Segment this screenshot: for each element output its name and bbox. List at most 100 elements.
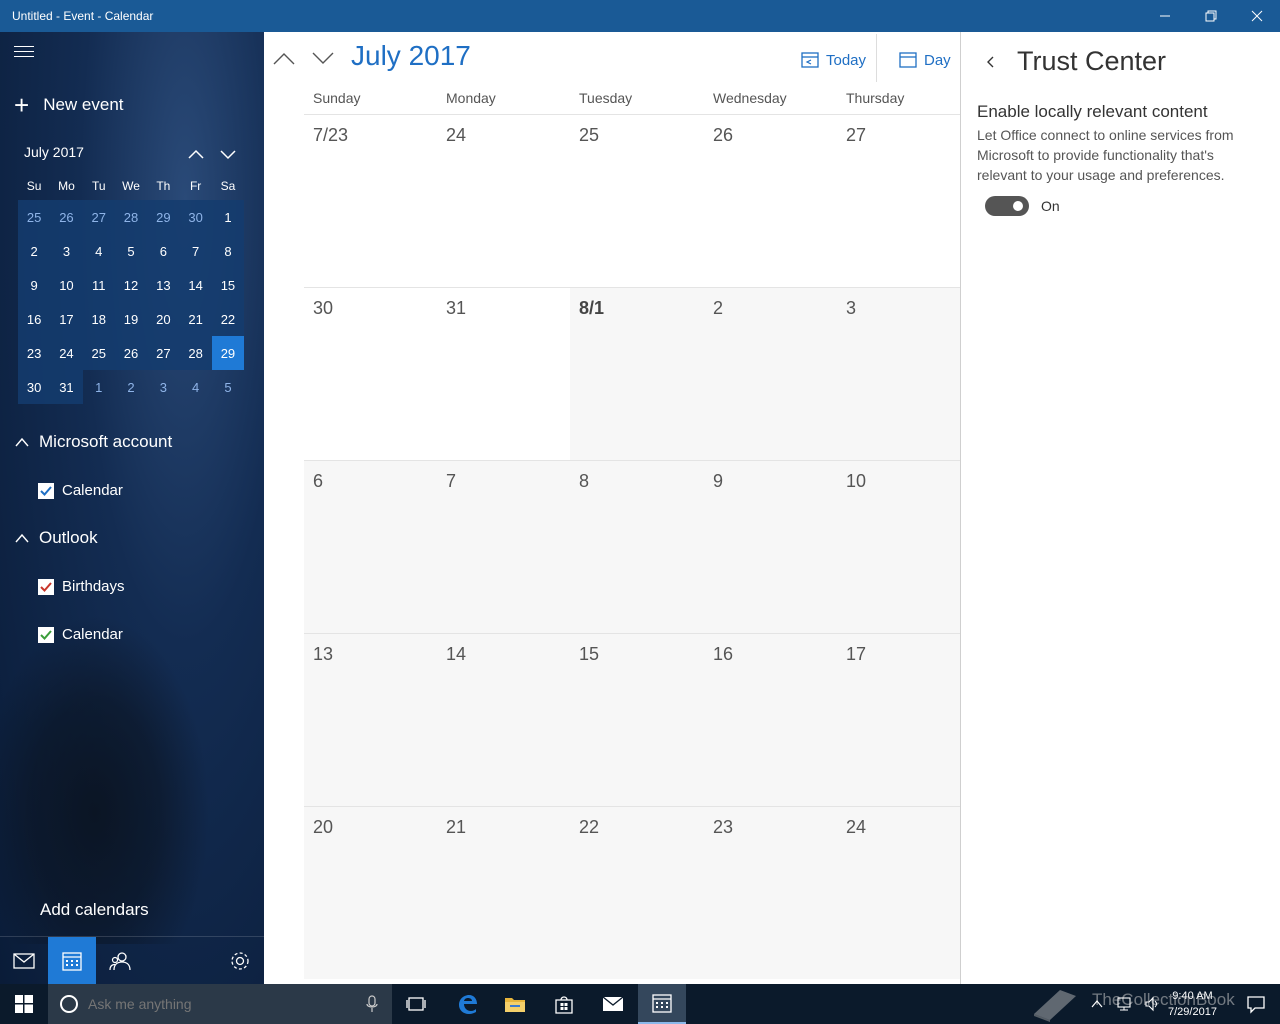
- day-cell[interactable]: 31: [437, 288, 570, 460]
- settings-button[interactable]: [216, 937, 264, 984]
- mini-day[interactable]: 12: [114, 268, 148, 302]
- start-button[interactable]: [0, 984, 48, 1024]
- checkbox[interactable]: [38, 578, 54, 595]
- calendar-taskbar-button[interactable]: [638, 984, 686, 1024]
- mini-day[interactable]: 18: [82, 302, 115, 336]
- mini-day[interactable]: 26: [50, 200, 83, 234]
- day-cell[interactable]: 27: [837, 115, 960, 287]
- mini-day[interactable]: 14: [179, 268, 212, 302]
- mini-day[interactable]: 11: [82, 268, 115, 302]
- mini-day[interactable]: 2: [115, 370, 147, 404]
- day-cell[interactable]: 7: [437, 461, 570, 633]
- mini-day[interactable]: 4: [179, 370, 211, 404]
- checkbox[interactable]: [38, 626, 54, 643]
- mail-button[interactable]: [0, 937, 48, 984]
- task-view-button[interactable]: [392, 984, 440, 1024]
- mini-day[interactable]: 3: [50, 234, 83, 268]
- mini-day[interactable]: 30: [18, 370, 51, 404]
- mini-day[interactable]: 21: [179, 302, 212, 336]
- mini-day[interactable]: 15: [211, 268, 245, 302]
- store-taskbar-button[interactable]: [540, 984, 588, 1024]
- mini-day[interactable]: 2: [18, 234, 51, 268]
- mini-day[interactable]: 3: [147, 370, 179, 404]
- account-outlook-header[interactable]: Outlook: [14, 528, 98, 548]
- locally-relevant-content-toggle[interactable]: [985, 196, 1029, 216]
- day-cell[interactable]: 16: [704, 634, 837, 806]
- day-cell[interactable]: 15: [570, 634, 704, 806]
- mini-day[interactable]: 26: [114, 336, 148, 370]
- chevron-up-icon[interactable]: [186, 144, 206, 164]
- calendar-app-button[interactable]: [48, 937, 96, 984]
- mini-day[interactable]: 19: [114, 302, 148, 336]
- back-arrow-icon[interactable]: [983, 54, 999, 70]
- day-cell[interactable]: 25: [570, 115, 704, 287]
- day-cell[interactable]: 17: [837, 634, 960, 806]
- day-cell[interactable]: 24: [837, 807, 960, 979]
- mini-day[interactable]: 1: [211, 200, 245, 234]
- mini-day[interactable]: 30: [179, 200, 212, 234]
- mini-day[interactable]: 23: [18, 336, 51, 370]
- day-cell[interactable]: 21: [437, 807, 570, 979]
- minimize-button[interactable]: [1142, 0, 1188, 32]
- mini-day[interactable]: 8: [211, 234, 245, 268]
- day-cell[interactable]: 13: [304, 634, 437, 806]
- mini-day[interactable]: 27: [82, 200, 115, 234]
- chevron-down-icon[interactable]: [218, 144, 238, 164]
- next-month-button[interactable]: [311, 48, 335, 68]
- day-cell[interactable]: 8/1: [570, 288, 704, 460]
- mail-taskbar-button[interactable]: [589, 984, 637, 1024]
- microphone-icon[interactable]: [366, 995, 378, 1013]
- mini-day[interactable]: 10: [50, 268, 83, 302]
- network-icon[interactable]: [1116, 996, 1134, 1012]
- mini-day[interactable]: 25: [18, 200, 51, 234]
- day-cell[interactable]: 10: [837, 461, 960, 633]
- calendar-toggle-microsoft-calendar[interactable]: Calendar: [38, 482, 123, 499]
- calendar-toggle-outlook-calendar[interactable]: Calendar: [38, 626, 123, 643]
- mini-calendar-month[interactable]: July 2017: [24, 144, 84, 160]
- mini-day[interactable]: 28: [179, 336, 212, 370]
- mini-day[interactable]: 16: [18, 302, 51, 336]
- action-center-button[interactable]: [1232, 984, 1280, 1024]
- mini-day[interactable]: 24: [50, 336, 83, 370]
- mini-day[interactable]: 17: [50, 302, 83, 336]
- view-switcher-button[interactable]: Day: [898, 50, 951, 70]
- day-cell[interactable]: 6: [304, 461, 437, 633]
- previous-month-button[interactable]: [272, 48, 296, 68]
- chevron-up-icon[interactable]: [1090, 997, 1104, 1011]
- mini-day[interactable]: 13: [147, 268, 180, 302]
- mini-day[interactable]: 9: [18, 268, 51, 302]
- checkbox[interactable]: [38, 482, 54, 499]
- mini-day[interactable]: 7: [179, 234, 212, 268]
- add-calendars-link[interactable]: Add calendars: [40, 900, 149, 920]
- file-explorer-taskbar-button[interactable]: [491, 984, 539, 1024]
- mini-day[interactable]: 25: [82, 336, 115, 370]
- day-cell[interactable]: 3: [837, 288, 960, 460]
- mini-day[interactable]: 5: [212, 370, 244, 404]
- month-title[interactable]: July 2017: [351, 40, 471, 72]
- new-event-button[interactable]: + New event: [14, 92, 124, 118]
- restore-button[interactable]: [1188, 0, 1234, 32]
- mini-day[interactable]: 22: [211, 302, 245, 336]
- search-input[interactable]: [88, 996, 328, 1012]
- day-cell[interactable]: 23: [704, 807, 837, 979]
- mini-day[interactable]: 27: [147, 336, 180, 370]
- close-button[interactable]: [1234, 0, 1280, 32]
- edge-taskbar-button[interactable]: [443, 984, 491, 1024]
- day-cell[interactable]: 22: [570, 807, 704, 979]
- mini-day[interactable]: 29: [147, 200, 180, 234]
- mini-day[interactable]: 4: [82, 234, 115, 268]
- hamburger-menu-icon[interactable]: [14, 46, 34, 62]
- day-cell[interactable]: 7/23: [304, 115, 437, 287]
- mini-day[interactable]: 5: [114, 234, 148, 268]
- day-cell[interactable]: 2: [704, 288, 837, 460]
- day-cell[interactable]: 14: [437, 634, 570, 806]
- day-cell[interactable]: 20: [304, 807, 437, 979]
- people-button[interactable]: [96, 937, 144, 984]
- day-cell[interactable]: 9: [704, 461, 837, 633]
- system-clock[interactable]: 9:40 AM 7/29/2017: [1168, 988, 1217, 1020]
- day-cell[interactable]: 30: [304, 288, 437, 460]
- day-cell[interactable]: 8: [570, 461, 704, 633]
- volume-icon[interactable]: [1144, 996, 1162, 1012]
- mini-day[interactable]: 28: [114, 200, 148, 234]
- today-button[interactable]: Today: [800, 50, 866, 70]
